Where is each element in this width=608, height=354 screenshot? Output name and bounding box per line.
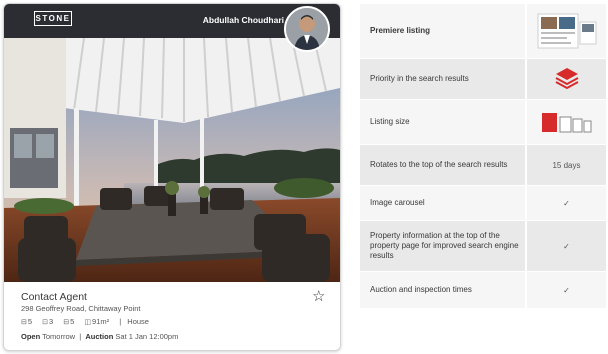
table-row: Priority in the search results <box>360 59 606 100</box>
listing-address: 298 Geoffrey Road, Chittaway Point <box>21 304 141 313</box>
row-label: Property information at the top of the p… <box>360 221 525 271</box>
listing-info: Contact Agent 298 Geoffrey Road, Chittaw… <box>4 282 340 350</box>
contact-agent-link[interactable]: Contact Agent <box>21 291 87 303</box>
property-type: House <box>127 317 149 326</box>
property-photo[interactable] <box>4 38 340 282</box>
priority-stack-icon <box>527 59 606 99</box>
listing-size-icon <box>527 100 606 144</box>
bath-icon: ⊡ <box>42 319 49 326</box>
listing-card[interactable]: STONE Abdullah Choudhari Contact Agent 2… <box>3 3 341 351</box>
baths-count: 3 <box>49 317 54 326</box>
separator: | <box>119 317 122 326</box>
auction-value: Sat 1 Jan 12:00pm <box>115 332 179 341</box>
car-icon: ⊟ <box>63 319 70 326</box>
cars-count: 5 <box>70 317 75 326</box>
row-label: Listing size <box>360 100 525 144</box>
agent-name[interactable]: Abdullah Choudhari <box>203 15 284 25</box>
row-label: Priority in the search results <box>360 59 525 99</box>
check-icon: ✓ <box>527 186 606 220</box>
listing-times: Open Tomorrow | Auction Sat 1 Jan 12:00p… <box>21 332 178 341</box>
beds-count: 5 <box>27 317 33 326</box>
agency-logo: STONE <box>34 11 72 26</box>
listing-features: ⊟5 ⊡3 ⊟5 ◫91m² | House <box>21 317 153 326</box>
row-value: 15 days <box>527 145 606 185</box>
open-value: Tomorrow <box>42 332 76 341</box>
star-icon[interactable]: ☆ <box>312 289 325 304</box>
land-size-icon: ◫ <box>84 319 92 326</box>
table-row: Listing size <box>360 100 606 145</box>
premiere-listing-thumbnail <box>527 4 606 58</box>
land-size: 91m² <box>92 317 110 326</box>
row-label: Auction and inspection times <box>360 272 525 308</box>
bed-icon: ⊟ <box>21 319 27 326</box>
agent-avatar[interactable] <box>284 6 330 52</box>
table-row: Auction and inspection times ✓ <box>360 272 606 309</box>
separator: | <box>77 332 84 341</box>
auction-label: Auction <box>85 332 114 341</box>
features-table: Premiere listing Priority in the search … <box>360 4 606 309</box>
open-label: Open <box>21 332 41 341</box>
table-row: Property information at the top of the p… <box>360 221 606 272</box>
table-row: Rotates to the top of the search results… <box>360 145 606 186</box>
check-icon: ✓ <box>527 221 606 271</box>
row-label: Premiere listing <box>360 4 525 58</box>
row-label: Image carousel <box>360 186 525 220</box>
table-row: Image carousel ✓ <box>360 186 606 221</box>
check-icon: ✓ <box>527 272 606 308</box>
table-row: Premiere listing <box>360 4 606 59</box>
row-label: Rotates to the top of the search results <box>360 145 525 185</box>
